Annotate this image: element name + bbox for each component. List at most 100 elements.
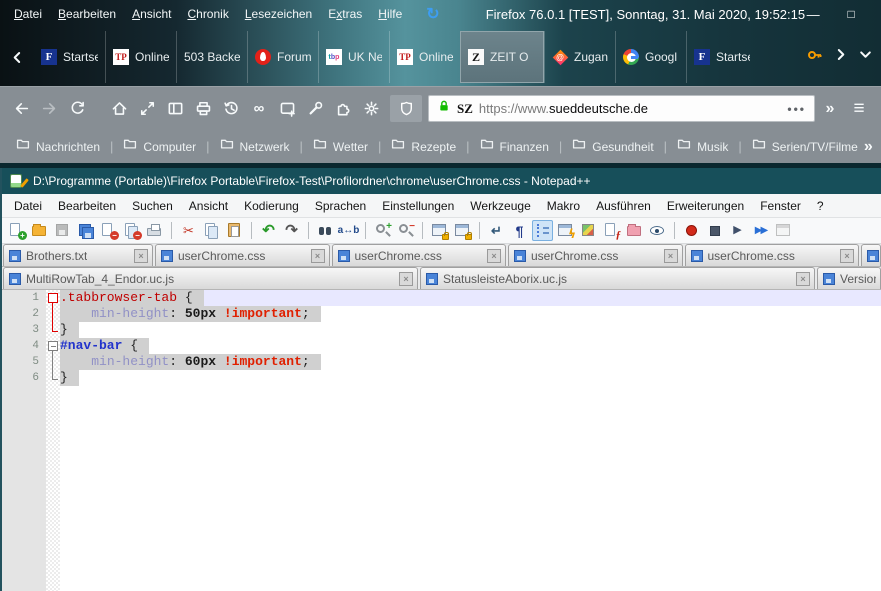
- home-icon[interactable]: [106, 95, 132, 123]
- npp-menu-einstellungen[interactable]: Einstellungen: [374, 196, 462, 216]
- firefox-menu-ansicht[interactable]: Ansicht: [124, 3, 179, 25]
- save-macro-icon[interactable]: [773, 220, 794, 241]
- tab-scroll-left-button[interactable]: [0, 31, 34, 83]
- redo-icon[interactable]: ↷: [281, 220, 302, 241]
- npp-menu-datei[interactable]: Datei: [6, 196, 50, 216]
- print-icon[interactable]: [190, 95, 216, 123]
- npp-menu-bearbeiten[interactable]: Bearbeiten: [50, 196, 124, 216]
- preview-eye-icon[interactable]: [647, 220, 668, 241]
- run-script-icon[interactable]: ƒ: [601, 220, 622, 241]
- play-macro-icon[interactable]: ▶: [727, 220, 748, 241]
- bookmark-folder-wetter[interactable]: Wetter: [307, 137, 374, 156]
- sync-icon[interactable]: ↻: [426, 4, 439, 24]
- folder-workspace-icon[interactable]: [624, 220, 645, 241]
- npp-menu-erweiterungen[interactable]: Erweiterungen: [659, 196, 752, 216]
- open-icon[interactable]: [29, 220, 50, 241]
- fold-margin-marker[interactable]: [46, 290, 60, 306]
- maximize-button[interactable]: □: [843, 7, 859, 21]
- file-tab-userchrome-css[interactable]: userChrome.css×: [508, 244, 683, 266]
- tracking-protection-shield-button[interactable]: [390, 95, 422, 122]
- file-tab-multirowtab-4-endor-uc-js[interactable]: MultiRowTab_4_Endor.uc.js×: [3, 267, 418, 289]
- close-tab-button[interactable]: ×: [796, 272, 810, 286]
- new-container-tab-icon[interactable]: [274, 95, 300, 123]
- url-bar[interactable]: SZ https://www. sueddeutsche.de •••: [428, 95, 815, 122]
- browser-tab-googl[interactable]: Googl: [615, 31, 686, 83]
- npp-menu-kodierung[interactable]: Kodierung: [236, 196, 307, 216]
- new-file-icon[interactable]: +: [6, 220, 27, 241]
- cut-icon[interactable]: ✂: [178, 220, 199, 241]
- sync-h-icon[interactable]: [452, 220, 473, 241]
- page-actions-button[interactable]: •••: [787, 102, 806, 116]
- record-macro-icon[interactable]: [681, 220, 702, 241]
- forward-icon[interactable]: [36, 95, 62, 123]
- fold-margin-marker[interactable]: [46, 354, 60, 370]
- browser-tab-startse[interactable]: FStartse: [34, 31, 105, 83]
- function-list-icon[interactable]: ϟ: [555, 220, 576, 241]
- code-editor[interactable]: 1.tabbrowser-tab {2 min-height: 50px !im…: [2, 290, 881, 591]
- close-icon[interactable]: −: [98, 220, 119, 241]
- reload-icon[interactable]: [64, 95, 90, 123]
- wrench-icon[interactable]: [302, 95, 328, 123]
- browser-tab-forum[interactable]: Forum: [247, 31, 318, 83]
- bookmark-folder-finanzen[interactable]: Finanzen: [474, 137, 555, 156]
- firefox-menu-chronik[interactable]: Chronik: [179, 3, 236, 25]
- firefox-menu-lesezeichen[interactable]: Lesezeichen: [237, 3, 320, 25]
- firefox-menu-datei[interactable]: Datei: [6, 3, 50, 25]
- browser-tab-zeit-o[interactable]: ZZEIT O: [460, 31, 544, 83]
- npp-menu-ausfhren[interactable]: Ausführen: [588, 196, 659, 216]
- file-tab-userchrome-css[interactable]: userChrome.css×: [155, 244, 330, 266]
- history-icon[interactable]: [218, 95, 244, 123]
- npp-menu-suchen[interactable]: Suchen: [124, 196, 181, 216]
- npp-menu-help[interactable]: ?: [809, 196, 832, 216]
- minimize-button[interactable]: —: [805, 7, 821, 22]
- file-tab-brothers-txt[interactable]: Brothers.txt×: [3, 244, 153, 266]
- bookmark-folder-netzwerk[interactable]: Netzwerk: [214, 137, 296, 156]
- bookmark-folder-nachrichten[interactable]: Nachrichten: [10, 137, 106, 156]
- print-icon[interactable]: [144, 220, 165, 241]
- npp-menu-ansicht[interactable]: Ansicht: [181, 196, 236, 216]
- tab-scroll-right-button[interactable]: [833, 47, 848, 67]
- toolbar-overflow-button[interactable]: »: [817, 100, 843, 118]
- file-tab-userchrome-css[interactable]: userChrome.css×: [332, 244, 507, 266]
- indent-guide-icon[interactable]: [532, 220, 553, 241]
- doc-map-icon[interactable]: [578, 220, 599, 241]
- sync-v-icon[interactable]: [429, 220, 450, 241]
- browser-tab-online[interactable]: TPOnline: [389, 31, 460, 83]
- npp-menu-sprachen[interactable]: Sprachen: [307, 196, 374, 216]
- bookmarks-overflow-button[interactable]: »: [864, 138, 879, 156]
- replace-icon[interactable]: a↔b: [338, 220, 359, 241]
- browser-tab-503-backer[interactable]: 503 Backer: [176, 31, 247, 83]
- copy-icon[interactable]: [201, 220, 222, 241]
- bookmark-folder-gesundheit[interactable]: Gesundheit: [566, 137, 659, 156]
- key-icon[interactable]: [807, 47, 823, 68]
- firefox-menu-extras[interactable]: Extras: [320, 3, 370, 25]
- bookmark-folder-rezepte[interactable]: Rezepte: [385, 137, 462, 156]
- close-tab-button[interactable]: ×: [664, 249, 678, 263]
- gear-icon[interactable]: [358, 95, 384, 123]
- file-tab-userchrome-css[interactable]: userChrome.css×: [685, 244, 860, 266]
- close-tab-button[interactable]: ×: [311, 249, 325, 263]
- run-multi-icon[interactable]: ▶▶: [750, 220, 771, 241]
- npp-menu-werkzeuge[interactable]: Werkzeuge: [462, 196, 538, 216]
- back-icon[interactable]: [8, 95, 34, 123]
- close-all-icon[interactable]: −: [121, 220, 142, 241]
- file-tab-partial[interactable]: [861, 244, 881, 266]
- browser-tab-startse[interactable]: FStartse: [686, 31, 757, 83]
- browser-tab-uk-ne[interactable]: tbpUK Ne: [318, 31, 389, 83]
- zoom-out-icon[interactable]: −: [395, 220, 416, 241]
- close-tab-button[interactable]: ×: [840, 249, 854, 263]
- file-tab-statusleisteaborix-uc-js[interactable]: StatusleisteAborix.uc.js×: [420, 267, 815, 289]
- word-wrap-icon[interactable]: ↵: [486, 220, 507, 241]
- bookmark-folder-musik[interactable]: Musik: [671, 137, 734, 156]
- fold-margin-marker[interactable]: [46, 322, 60, 338]
- browser-tab-online[interactable]: TPOnline: [105, 31, 176, 83]
- fold-margin-marker[interactable]: [46, 338, 60, 354]
- bookmark-folder-serien-tv-filme[interactable]: Serien/TV/Filme: [746, 137, 864, 156]
- editor-empty-area[interactable]: [2, 386, 881, 591]
- undo-icon[interactable]: ↶: [258, 220, 279, 241]
- browser-tab-zugan[interactable]: @Zugan: [544, 31, 615, 83]
- file-tab-versionclo[interactable]: VersionClo: [817, 267, 881, 289]
- save-all-icon[interactable]: [75, 220, 96, 241]
- fold-margin-marker[interactable]: [46, 370, 60, 386]
- fullscreen-icon[interactable]: [134, 95, 160, 123]
